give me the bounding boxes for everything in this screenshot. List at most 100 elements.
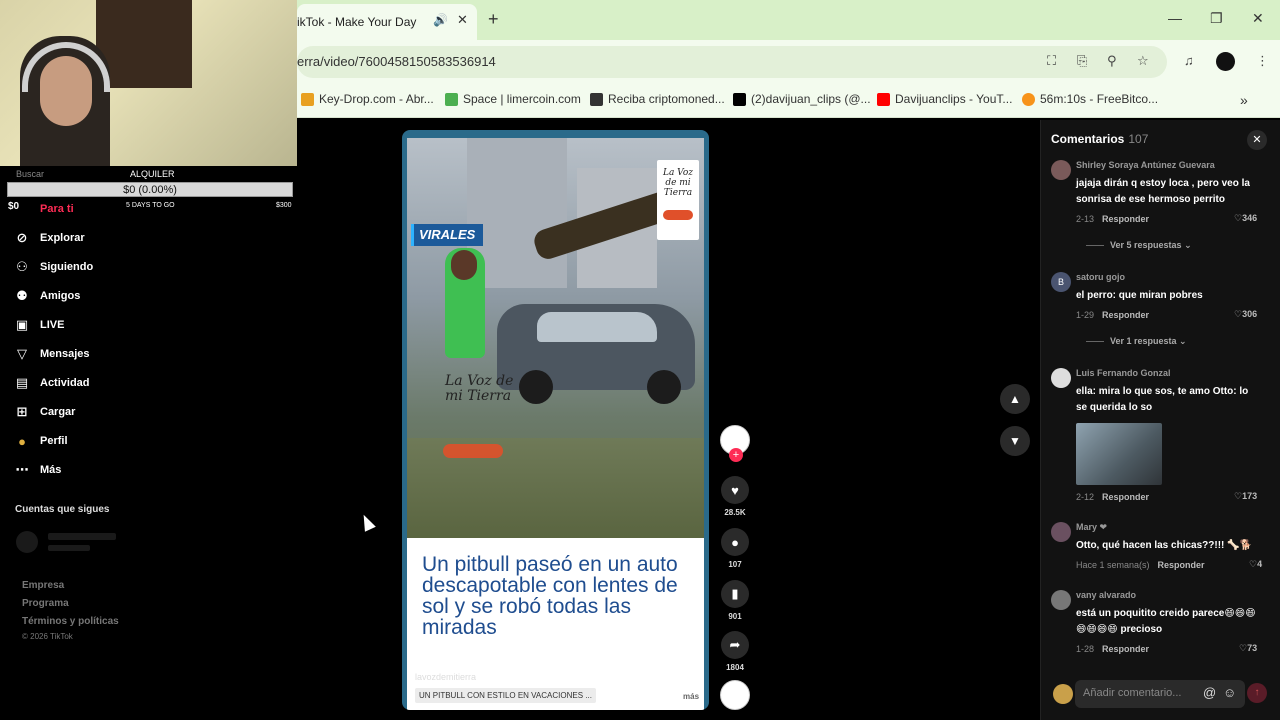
send-comment-button[interactable]: ↑ (1247, 683, 1267, 703)
avatar[interactable] (1051, 522, 1071, 542)
bookmark-item[interactable]: Key-Drop.com - Abr... (301, 92, 434, 106)
youtube-icon (877, 92, 890, 106)
new-tab-icon[interactable]: + (488, 9, 499, 30)
comment-user[interactable]: Luis Fernando Gonzal (1076, 368, 1171, 378)
avatar[interactable]: B (1051, 272, 1071, 292)
menu-icon[interactable]: ⋮ (1256, 53, 1269, 69)
sidebar-item-perfil[interactable]: ● Perfil (14, 431, 67, 451)
view-replies-button[interactable]: Ver 1 respuesta ⌄ (1086, 336, 1187, 347)
wheel (519, 370, 553, 404)
comment-like[interactable]: ♡306 (1234, 309, 1257, 320)
goal-progress-text: $0 (0.00%) (123, 184, 177, 196)
reply-button[interactable]: Responder (1102, 644, 1149, 654)
speaker-icon[interactable]: 🔊 (433, 13, 448, 27)
footer-link-empresa[interactable]: Empresa (22, 580, 64, 591)
chevron-right-icon[interactable]: » (1240, 92, 1248, 108)
sidebar-item-para-ti[interactable]: Para ti (40, 199, 74, 219)
bookmark-item[interactable]: 56m:10s - FreeBitco... (1022, 92, 1158, 106)
like-button[interactable]: ♥ 28.5K (720, 476, 750, 517)
video-description[interactable]: UN PITBULL CON ESTILO EN VACACIONES ... (415, 688, 596, 703)
arrow-up-icon: ↑ (1254, 687, 1260, 698)
goal-days: 5 DAYS TO GO (126, 202, 175, 209)
sound-avatar (720, 680, 750, 710)
reply-button[interactable]: Responder (1102, 492, 1149, 502)
comment-like[interactable]: ♡4 (1249, 559, 1262, 570)
sidebar-item-live[interactable]: ▣ LIVE (14, 315, 65, 335)
footer-link-terminos[interactable]: Términos y políticas (22, 616, 119, 627)
sidebar-item-amigos[interactable]: ⚉ Amigos (14, 286, 80, 306)
avatar[interactable] (1051, 590, 1071, 610)
sound-avatar-button[interactable] (720, 680, 750, 710)
share-button[interactable]: ➦ 1804 (720, 631, 750, 672)
sidebar-item-mas[interactable]: ⋯ Más (14, 460, 62, 480)
more-link[interactable]: más (683, 692, 699, 701)
minimize-icon[interactable]: — (1168, 10, 1182, 26)
wheel (647, 370, 681, 404)
star-icon[interactable]: ☆ (1137, 53, 1149, 69)
comment-user[interactable]: Shirley Soraya Antúnez Guevara (1076, 160, 1215, 170)
comment-user[interactable]: satoru gojo (1076, 272, 1125, 282)
sidebar-item-siguiendo[interactable]: ⚇ Siguiendo (14, 257, 93, 277)
profile-avatar-icon[interactable] (1216, 52, 1235, 71)
zoom-icon[interactable]: ⚲ (1107, 53, 1117, 69)
restore-icon[interactable]: ❐ (1210, 10, 1223, 27)
bookmark-icon (590, 92, 603, 106)
share-icon: ➦ (721, 631, 749, 659)
reply-button[interactable]: Responder (1102, 214, 1149, 224)
chevron-down-icon: ▼ (1009, 434, 1021, 448)
bookmark-item[interactable]: Space | limercoin.com (445, 92, 581, 106)
bookmark-item[interactable]: Reciba criptomoned... (590, 92, 725, 106)
my-avatar (1053, 684, 1073, 704)
view-replies-button[interactable]: Ver 5 respuestas ⌄ (1086, 240, 1192, 251)
close-icon[interactable]: ✕ (457, 12, 468, 28)
placeholder-avatar (16, 531, 38, 553)
comment-image[interactable] (1076, 423, 1162, 485)
sidebar-item-actividad[interactable]: ▤ Actividad (14, 373, 90, 393)
comment-like[interactable]: ♡346 (1234, 213, 1257, 224)
following-section-title: Cuentas que sigues (15, 504, 110, 515)
browser-tab[interactable]: ikTok - Make Your Day 🔊 ✕ (297, 4, 477, 40)
translate-icon[interactable]: ⛶ (1047, 53, 1056, 69)
profile-icon: ● (18, 433, 26, 449)
sidebar-item-mensajes[interactable]: ▽ Mensajes (14, 344, 90, 364)
avatar[interactable] (1051, 160, 1071, 180)
follow-plus-icon[interactable]: + (729, 448, 743, 462)
next-video-button[interactable]: ▼ (1000, 426, 1030, 456)
bookmark-icon: ▮ (721, 580, 749, 608)
bookmark-item[interactable]: (2)davijuan_clips (@... (733, 92, 871, 106)
close-comments-button[interactable]: ✕ (1247, 130, 1267, 150)
sidebar-item-explorar[interactable]: ⊘ Explorar (14, 228, 85, 248)
sidebar-item-cargar[interactable]: ⊞ Cargar (14, 402, 76, 422)
window-close-icon[interactable]: ✕ (1252, 10, 1264, 27)
comment-input-placeholder: Añadir comentario... (1083, 687, 1182, 699)
comment-button[interactable]: ● 107 (720, 528, 750, 569)
bookmark-item[interactable]: Davijuanclips - YouT... (877, 92, 1012, 106)
comment-like[interactable]: ♡173 (1234, 491, 1257, 502)
emoji-icon[interactable]: ☺ (1223, 685, 1236, 700)
save-button[interactable]: ▮ 901 (720, 580, 750, 621)
media-icon[interactable]: ♫ (1184, 53, 1194, 68)
wall-banner (96, 0, 192, 88)
live-icon: ▣ (15, 317, 29, 332)
creator-avatar-button[interactable]: + (720, 425, 750, 462)
reply-button[interactable]: Responder (1102, 310, 1149, 320)
previous-video-button[interactable]: ▲ (1000, 384, 1030, 414)
video-frame: VIRALES La Voz de mi Tierra La Voz de mi… (407, 138, 704, 538)
creator-handle[interactable]: lavozdemitierra (415, 672, 476, 682)
comment-text: Otto, qué hacen las chicas??!!! 🦴🐕 (1076, 540, 1253, 551)
placeholder-line (48, 545, 90, 551)
footer-link-programa[interactable]: Programa (22, 598, 69, 609)
omnibox[interactable]: erra/video/7600458150583536914 ⛶ ⎘ ⚲ ☆ (297, 46, 1167, 78)
more-icon: ⋯ (15, 462, 29, 477)
reply-button[interactable]: Responder (1158, 560, 1205, 570)
install-icon[interactable]: ⎘ (1077, 53, 1087, 69)
tab-title: ikTok - Make Your Day (297, 15, 417, 29)
comment-user[interactable]: Mary ❤ (1076, 522, 1107, 533)
avatar[interactable] (1051, 368, 1071, 388)
comment-user[interactable]: vany alvarado (1076, 590, 1136, 600)
url-text[interactable]: erra/video/7600458150583536914 (297, 54, 496, 69)
mention-icon[interactable]: @ (1203, 685, 1216, 700)
comment-like[interactable]: ♡73 (1239, 643, 1257, 654)
comment-input[interactable]: Añadir comentario... @ ☺ (1075, 680, 1245, 708)
video-player[interactable]: VIRALES La Voz de mi Tierra La Voz de mi… (402, 130, 709, 710)
